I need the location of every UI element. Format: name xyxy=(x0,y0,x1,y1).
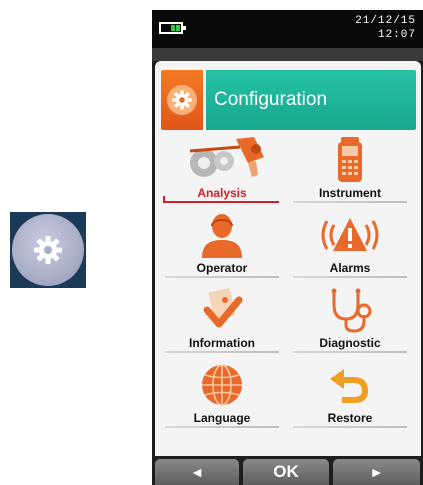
menu-item-language[interactable]: Language xyxy=(161,359,283,431)
menu-item-label: Language xyxy=(193,411,251,425)
menu-item-label: Instrument xyxy=(318,186,381,200)
device-frame: 21/12/15 12:07 Configuration Analysis In… xyxy=(152,10,423,485)
item-underline xyxy=(165,276,279,278)
softkey-ok-button[interactable]: OK xyxy=(243,459,329,485)
menu-item-label: Alarms xyxy=(329,261,371,275)
menu-item-operator[interactable]: Operator xyxy=(161,209,283,281)
item-underline xyxy=(293,201,407,203)
gear-icon xyxy=(12,214,84,286)
header-gear-icon xyxy=(161,70,203,130)
operator-person-icon xyxy=(202,214,242,258)
softkey-bar: ◄ OK ► xyxy=(152,456,423,485)
menu-item-restore[interactable]: Restore xyxy=(289,359,411,431)
page-title: Configuration xyxy=(206,70,416,130)
menu-item-diagnostic[interactable]: Diagnostic xyxy=(289,284,411,356)
clock: 21/12/15 12:07 xyxy=(355,14,416,42)
item-underline xyxy=(165,426,279,428)
selection-underline xyxy=(163,196,279,203)
softkey-right-button[interactable]: ► xyxy=(333,459,420,485)
menu-item-label: Operator xyxy=(196,261,248,275)
softkey-left-button[interactable]: ◄ xyxy=(155,459,239,485)
item-underline xyxy=(293,426,407,428)
menu-item-information[interactable]: Information xyxy=(161,284,283,356)
restore-arrow-icon xyxy=(330,369,368,403)
menu-item-label: Restore xyxy=(327,411,373,425)
item-underline xyxy=(293,276,407,278)
menu-item-label: Information xyxy=(189,336,255,350)
item-underline xyxy=(293,351,407,353)
page-header: Configuration xyxy=(161,70,416,130)
configuration-app-icon[interactable] xyxy=(10,212,86,288)
battery-icon xyxy=(159,22,186,34)
alarm-warning-icon xyxy=(321,218,379,251)
stethoscope-icon xyxy=(331,288,372,333)
screen: Configuration Analysis Instrument Operat… xyxy=(155,61,421,456)
status-time: 12:07 xyxy=(377,29,416,41)
menu-item-instrument[interactable]: Instrument xyxy=(289,134,411,206)
status-bar: 21/12/15 12:07 xyxy=(152,10,423,48)
globe-icon xyxy=(202,364,242,406)
menu-item-label: Diagnostic xyxy=(319,336,381,350)
item-underline xyxy=(165,351,279,353)
menu-item-analysis[interactable]: Analysis xyxy=(161,134,283,206)
status-date: 21/12/15 xyxy=(355,15,416,27)
menu-item-label: Analysis xyxy=(197,186,247,200)
gears-probe-icon xyxy=(189,137,264,177)
handheld-device-icon xyxy=(338,137,362,182)
information-check-icon xyxy=(203,288,243,328)
top-bezel xyxy=(152,48,423,61)
menu-item-alarms[interactable]: Alarms xyxy=(289,209,411,281)
